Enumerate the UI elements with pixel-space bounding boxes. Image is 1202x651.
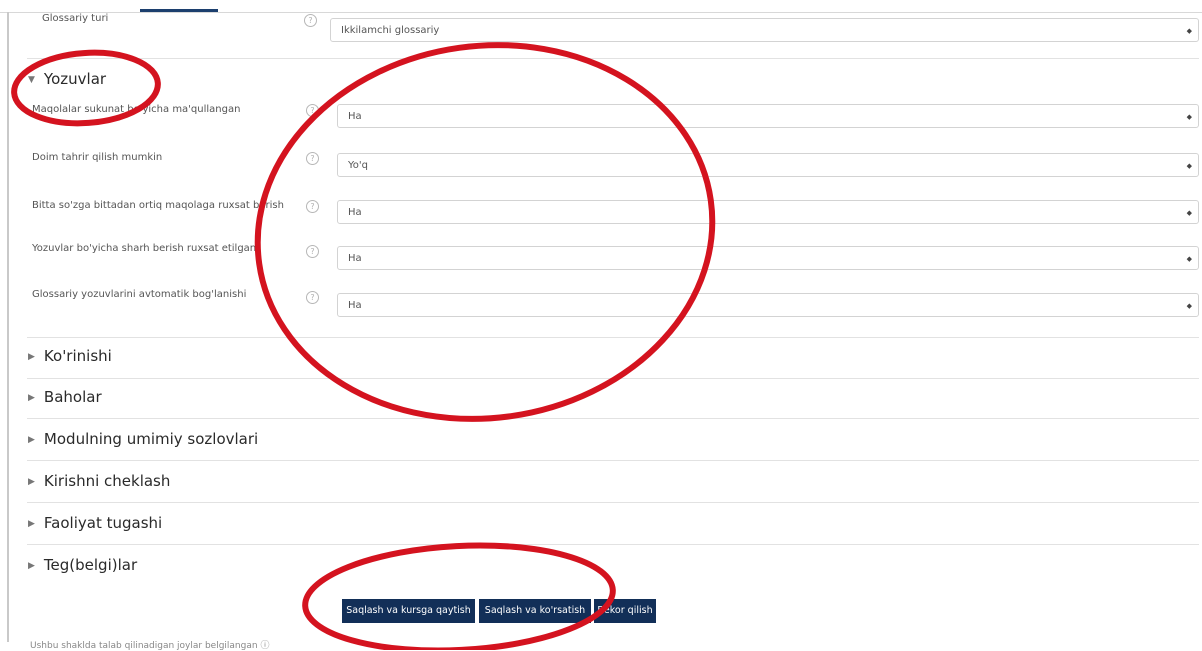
caret-right-icon: ▶ — [28, 561, 35, 571]
section-faoliyat-label: Faoliyat tugashi — [43, 514, 163, 532]
select-arrow-icon: ◆ — [1186, 27, 1192, 35]
annotation-circle-buttons — [302, 542, 616, 650]
select-arrow-icon: ◆ — [1186, 162, 1192, 170]
divider — [27, 502, 1199, 503]
select-arrow-icon: ◆ — [1186, 209, 1192, 217]
required-fields-note: Ushbu shaklda talab qilinadigan joylar b… — [30, 638, 269, 651]
field-label: Yozuvlar bo'yicha sharh berish ruxsat et… — [32, 243, 257, 254]
select-arrow-icon: ◆ — [1186, 302, 1192, 310]
section-baholar[interactable]: ▶ Baholar — [28, 388, 102, 406]
question-circle-icon[interactable]: ? — [306, 152, 319, 165]
question-circle-icon[interactable]: ? — [304, 14, 317, 27]
active-tab-indicator — [140, 9, 218, 12]
question-circle-icon[interactable]: ? — [306, 291, 319, 304]
divider — [27, 544, 1199, 545]
field-select[interactable]: Ha ◆ — [337, 104, 1199, 128]
section-kirishni-cheklash[interactable]: ▶ Kirishni cheklash — [28, 472, 170, 490]
field-value: Ha — [348, 207, 362, 218]
section-yozuvlar-label: Yozuvlar — [43, 70, 107, 88]
field-value: Ha — [348, 253, 362, 264]
annotation-circle-section-title — [11, 49, 161, 127]
glossary-type-value: Ikkilamchi glossariy — [341, 25, 440, 36]
caret-right-icon: ▶ — [28, 477, 35, 487]
divider — [27, 378, 1199, 379]
divider — [27, 460, 1199, 461]
select-arrow-icon: ◆ — [1186, 255, 1192, 263]
section-modul-label: Modulning umimiy sozlovlari — [43, 430, 259, 448]
field-label: Doim tahrir qilish mumkin — [32, 152, 163, 163]
caret-down-icon: ▼ — [28, 75, 35, 85]
save-show-button[interactable]: Saqlash va ko'rsatish — [479, 599, 591, 623]
caret-right-icon: ▶ — [28, 352, 35, 362]
field-label: Bitta so'zga bittadan ortiq maqolaga rux… — [32, 200, 284, 211]
caret-right-icon: ▶ — [28, 435, 35, 445]
section-korinishi-label: Ko'rinishi — [43, 347, 112, 365]
section-korinishi[interactable]: ▶ Ko'rinishi — [28, 347, 112, 365]
section-teg-label: Teg(belgi)lar — [43, 556, 138, 574]
field-label: Maqolalar sukunat bo'yicha ma'qullangan — [32, 104, 241, 115]
section-teglar[interactable]: ▶ Teg(belgi)lar — [28, 556, 137, 574]
field-select[interactable]: Ha ◆ — [337, 246, 1199, 270]
annotation-circle-fields — [254, 42, 716, 422]
field-value: Ha — [348, 300, 362, 311]
section-yozuvlar[interactable]: ▼ Yozuvlar — [28, 70, 106, 88]
field-select[interactable]: Ha ◆ — [337, 200, 1199, 224]
section-faoliyat-tugashi[interactable]: ▶ Faoliyat tugashi — [28, 514, 162, 532]
annotation-layer — [11, 42, 716, 650]
question-circle-icon[interactable]: ? — [306, 245, 319, 258]
select-arrow-icon: ◆ — [1186, 113, 1192, 121]
question-circle-icon[interactable]: ? — [306, 104, 319, 117]
field-value: Yo'q — [348, 160, 368, 171]
divider — [27, 337, 1199, 338]
divider — [27, 58, 1199, 59]
caret-right-icon: ▶ — [28, 393, 35, 403]
divider — [27, 418, 1199, 419]
field-value: Ha — [348, 111, 362, 122]
cancel-button[interactable]: Bekor qilish — [594, 599, 656, 623]
field-label: Glossariy yozuvlarini avtomatik bog'lani… — [32, 289, 247, 300]
top-bar — [0, 0, 1202, 13]
section-baholar-label: Baholar — [43, 388, 102, 406]
field-select[interactable]: Ha ◆ — [337, 293, 1199, 317]
section-modul-sozlovlari[interactable]: ▶ Modulning umimiy sozlovlari — [28, 430, 258, 448]
glossary-type-label: Glossariy turi — [42, 13, 109, 24]
caret-right-icon: ▶ — [28, 519, 35, 529]
left-border — [7, 12, 9, 642]
field-select[interactable]: Yo'q ◆ — [337, 153, 1199, 177]
section-kirish-label: Kirishni cheklash — [43, 472, 171, 490]
glossary-type-select[interactable]: Ikkilamchi glossariy ◆ — [330, 18, 1199, 42]
save-return-button[interactable]: Saqlash va kursga qaytish — [342, 599, 475, 623]
question-circle-icon[interactable]: ? — [306, 200, 319, 213]
